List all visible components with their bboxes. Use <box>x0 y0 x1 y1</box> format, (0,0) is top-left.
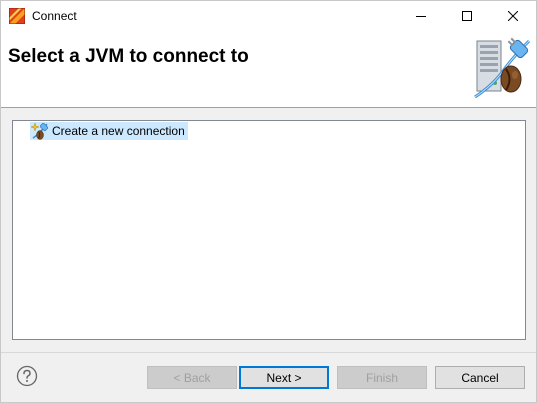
help-icon[interactable] <box>16 365 38 387</box>
tree-item-create-new-connection[interactable]: Create a new connection <box>30 122 188 140</box>
finish-button-label: Finish <box>365 370 398 385</box>
tree-item-label: Create a new connection <box>52 124 185 138</box>
window-title: Connect <box>32 9 77 23</box>
minimize-icon <box>416 16 426 17</box>
new-connection-icon <box>30 122 48 140</box>
wizard-header: Select a JVM to connect to <box>1 31 536 108</box>
footer-divider <box>1 352 536 353</box>
close-icon <box>508 11 518 21</box>
maximize-icon <box>462 11 472 21</box>
cancel-button-label: Cancel <box>461 370 499 385</box>
cancel-button[interactable]: Cancel <box>435 366 525 389</box>
close-button[interactable] <box>490 1 536 31</box>
connect-dialog: Connect Select a JVM to connect to Creat… <box>0 0 537 403</box>
title-bar[interactable]: Connect <box>1 1 536 31</box>
jvm-tree[interactable]: Create a new connection <box>12 120 526 340</box>
next-button-label: Next > <box>266 370 302 385</box>
maximize-button[interactable] <box>444 1 490 31</box>
jvm-connection-banner-icon <box>474 37 531 99</box>
back-button[interactable]: < Back <box>147 366 237 389</box>
minimize-button[interactable] <box>398 1 444 31</box>
back-button-label: < Back <box>173 370 211 385</box>
page-title: Select a JVM to connect to <box>8 46 249 67</box>
finish-button[interactable]: Finish <box>337 366 427 389</box>
app-icon <box>9 8 25 24</box>
next-button[interactable]: Next > <box>239 366 329 389</box>
